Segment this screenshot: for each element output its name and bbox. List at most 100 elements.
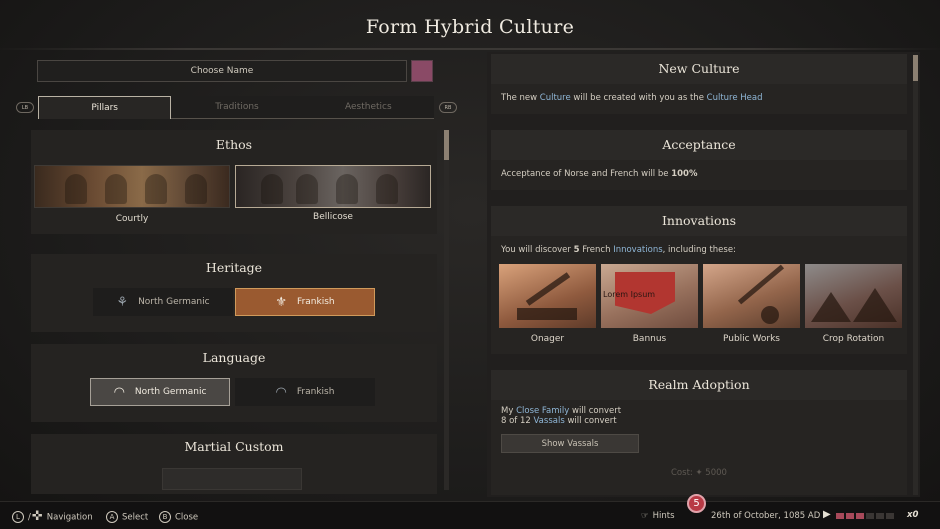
acceptance-section: Acceptance Acceptance of Norse and Frenc… xyxy=(491,130,907,190)
innovation-label: Crop Rotation xyxy=(822,334,885,344)
text-fragment: French xyxy=(579,245,614,255)
ethos-option-bellicose[interactable] xyxy=(235,165,431,208)
culture-name-field[interactable]: Choose Name xyxy=(37,60,407,82)
innovation-card-bannus[interactable]: Lorem Ipsum Bannus xyxy=(601,264,698,344)
ethos-option-courtly[interactable] xyxy=(34,165,230,208)
select-hint[interactable]: A Select xyxy=(106,511,148,523)
vassals-link[interactable]: Vassals xyxy=(534,416,565,426)
hints-button[interactable]: ☞ Hints xyxy=(641,511,675,521)
play-icon[interactable]: ▶ xyxy=(823,509,831,520)
innovation-cards: Onager Lorem Ipsum Bannus Public Works C… xyxy=(499,264,902,344)
martial-custom-section: Martial Custom xyxy=(31,434,437,494)
show-vassals-button[interactable]: Show Vassals xyxy=(501,434,639,453)
martial-custom-heading: Martial Custom xyxy=(184,439,284,454)
cost-label: Cost: xyxy=(671,468,693,478)
heritage-option-frankish[interactable]: ⚜ Frankish xyxy=(235,288,375,316)
fleur-icon: ⚜ xyxy=(275,294,288,310)
courtly-illustration xyxy=(35,166,229,207)
left-stick-icon: L xyxy=(12,511,24,523)
innovation-card-public-works[interactable]: Public Works xyxy=(703,264,800,344)
realm-line-vassals: 8 of 12 Vassals will convert xyxy=(491,416,907,426)
innovations-heading: Innovations xyxy=(491,206,907,236)
text-fragment: 8 of 12 xyxy=(501,416,534,426)
lb-bumper-icon[interactable]: LB xyxy=(16,102,34,113)
navigation-hint: L/✜ Navigation xyxy=(12,509,93,524)
culture-link[interactable]: Culture xyxy=(540,93,571,103)
lips-icon: ◠ xyxy=(275,384,287,400)
text-fragment: Acceptance of Norse and French will be xyxy=(501,169,672,179)
innovations-link[interactable]: Innovations xyxy=(613,245,662,255)
culture-color-swatch[interactable] xyxy=(411,60,433,82)
new-culture-heading: New Culture xyxy=(491,54,907,84)
right-scroll-thumb[interactable] xyxy=(913,55,918,81)
innovations-text: You will discover 5 French Innovations, … xyxy=(491,245,907,255)
select-label: Select xyxy=(122,512,149,523)
tab-bar: Pillars Traditions Aesthetics xyxy=(38,96,434,119)
innovation-card-onager[interactable]: Onager xyxy=(499,264,596,344)
heritage-option-label: Frankish xyxy=(297,297,335,307)
language-option-north-germanic[interactable]: ◠ North Germanic xyxy=(90,378,230,406)
heritage-heading: Heritage xyxy=(205,260,263,275)
heritage-option-label: North Germanic xyxy=(138,297,210,307)
b-button-icon: B xyxy=(159,511,171,523)
ethos-label-courtly: Courtly xyxy=(115,214,149,224)
text-fragment: will convert xyxy=(564,416,617,426)
lips-icon: ◠ xyxy=(113,384,125,400)
ethos-section: Ethos Courtly Bellicose xyxy=(31,130,437,234)
language-option-label: North Germanic xyxy=(134,387,207,397)
game-date: 26th of October, 1085 AD xyxy=(711,511,821,521)
bottom-bar: L/✜ Navigation A Select B Close ☞ Hints 26th… xyxy=(0,501,940,529)
language-section: Language ◠ North Germanic ◠ Frankish xyxy=(31,344,437,422)
text-fragment: You will discover xyxy=(501,245,574,255)
heritage-section: Heritage ⚘ North Germanic ⚜ Frankish xyxy=(31,254,437,332)
left-scrollbar[interactable] xyxy=(444,130,449,490)
bannus-image: Lorem Ipsum xyxy=(601,264,698,328)
dpad-icon: ✜ xyxy=(31,509,43,524)
acceptance-value: 100% xyxy=(671,169,698,179)
close-family-link[interactable]: Close Family xyxy=(516,406,569,416)
acceptance-text: Acceptance of Norse and French will be 1… xyxy=(491,169,907,179)
realm-adoption-heading: Realm Adoption xyxy=(491,370,907,400)
close-hint[interactable]: B Close xyxy=(159,511,198,523)
innovation-label: Public Works xyxy=(723,334,780,344)
cost-value: 5000 xyxy=(705,468,727,478)
tab-aesthetics[interactable]: Aesthetics xyxy=(302,96,434,119)
public-works-image xyxy=(703,264,800,328)
cost-readout: Cost: ✦ 5000 xyxy=(671,468,727,478)
language-option-label: Frankish xyxy=(296,387,335,397)
rb-bumper-icon[interactable]: RB xyxy=(439,102,457,113)
tab-traditions[interactable]: Traditions xyxy=(171,96,303,119)
text-fragment: will be created with you as the xyxy=(570,93,707,103)
game-speed-indicator[interactable] xyxy=(836,513,894,519)
ethos-label-bellicose: Bellicose xyxy=(313,212,353,222)
bellicose-illustration xyxy=(236,166,430,207)
right-scrollbar[interactable] xyxy=(913,55,918,495)
a-button-icon: A xyxy=(106,511,118,523)
speed-label: x0 xyxy=(907,510,919,520)
text-fragment: will convert xyxy=(569,406,622,416)
hints-label: Hints xyxy=(652,511,675,521)
left-scroll-thumb[interactable] xyxy=(444,130,449,160)
new-culture-section: New Culture The new Culture will be crea… xyxy=(491,54,907,114)
title-divider xyxy=(0,48,940,50)
innovations-section: Innovations You will discover 5 French I… xyxy=(491,206,907,354)
innovation-card-crop-rotation[interactable]: Crop Rotation xyxy=(805,264,902,344)
ethos-heading: Ethos xyxy=(215,137,253,152)
language-option-frankish[interactable]: ◠ Frankish xyxy=(235,378,375,406)
martial-custom-option[interactable] xyxy=(162,468,302,490)
bannus-overlay-text: Lorem Ipsum xyxy=(603,290,656,299)
culture-head-link[interactable]: Culture Head xyxy=(707,93,763,103)
innovation-label: Bannus xyxy=(632,334,667,344)
crop-rotation-image xyxy=(805,264,902,328)
tab-pillars[interactable]: Pillars xyxy=(38,96,172,119)
tree-icon: ⚘ xyxy=(116,294,129,310)
page-title: Form Hybrid Culture xyxy=(365,16,575,38)
heritage-option-north-germanic[interactable]: ⚘ North Germanic xyxy=(93,288,233,316)
text-fragment: The new xyxy=(501,93,540,103)
acceptance-heading: Acceptance xyxy=(491,130,907,160)
realm-line-family: My Close Family will convert xyxy=(491,406,907,416)
realm-adoption-section: Realm Adoption My Close Family will conv… xyxy=(491,370,907,495)
hints-icon: ☞ xyxy=(641,511,649,521)
language-heading: Language xyxy=(202,350,266,365)
text-fragment: My xyxy=(501,406,517,416)
